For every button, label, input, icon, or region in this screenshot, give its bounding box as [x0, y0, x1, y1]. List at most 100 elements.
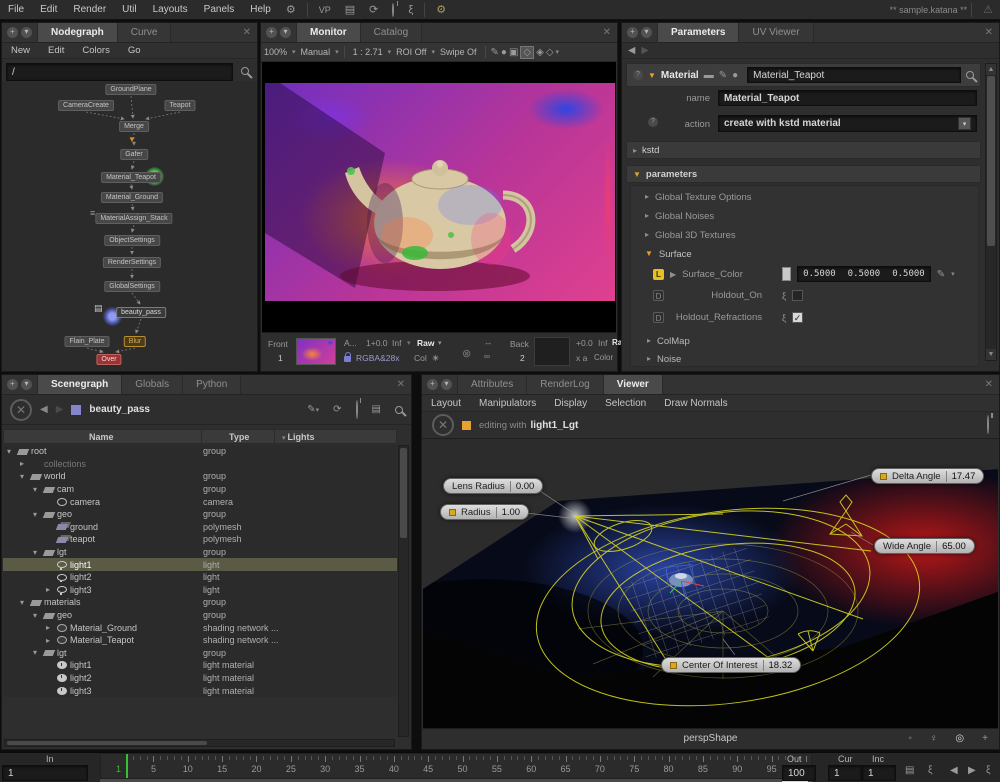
- menubar-item-file[interactable]: File: [0, 4, 32, 15]
- scenegraph-row-camera[interactable]: cameracamera: [3, 495, 397, 508]
- warning-icon[interactable]: ⚠: [976, 3, 1000, 16]
- light-icon[interactable]: ♀: [930, 733, 938, 744]
- back-inf-dropdown[interactable]: Inf: [598, 338, 607, 348]
- layers-icon[interactable]: ▣: [509, 47, 518, 58]
- horizontal-scrollbar[interactable]: [4, 739, 395, 747]
- name-input[interactable]: Material_Teapot: [718, 90, 977, 106]
- zoom-dropdown[interactable]: 100%: [261, 47, 290, 57]
- forward-icon[interactable]: ▶: [641, 45, 648, 56]
- expander-icon[interactable]: ▾: [33, 611, 41, 620]
- refresh-icon[interactable]: ⟳: [362, 3, 385, 16]
- menubar-item-help[interactable]: Help: [242, 4, 279, 15]
- node-search-input[interactable]: /: [6, 63, 233, 81]
- monitor-viewport[interactable]: [262, 62, 616, 333]
- node-groundplane[interactable]: GroundPlane: [105, 84, 156, 95]
- swipe-dropdown[interactable]: Swipe Of: [437, 47, 480, 57]
- keyframe-icon[interactable]: ξ: [782, 291, 786, 301]
- viewer-tab-renderlog[interactable]: RenderLog: [527, 375, 603, 394]
- inc-field[interactable]: 1: [862, 765, 896, 781]
- chevron-down-icon[interactable]: ▾: [951, 270, 955, 278]
- scenegraph-tab-scenegraph[interactable]: Scenegraph: [38, 375, 122, 394]
- scenegraph-row-teapot[interactable]: teapotpolymesh: [3, 533, 397, 546]
- monitor-tab-catalog[interactable]: Catalog: [361, 23, 422, 42]
- expander-icon[interactable]: ▾: [33, 510, 41, 519]
- nodegraph-tab-curve[interactable]: Curve: [118, 23, 172, 42]
- pen-icon[interactable]: ✎: [937, 269, 945, 280]
- node-material-teapot[interactable]: Material_Teapot: [101, 172, 161, 183]
- scenegraph-row-cam[interactable]: ▾camgroup: [3, 483, 397, 496]
- viewer-tab-viewer[interactable]: Viewer: [604, 375, 663, 394]
- expander-icon[interactable]: ▾: [33, 648, 41, 657]
- search-icon[interactable]: [395, 406, 403, 414]
- expand-icon[interactable]: ▶: [670, 270, 676, 279]
- color-b-value[interactable]: 0.5000: [892, 269, 925, 279]
- viewer-menu-layout[interactable]: Layout: [422, 398, 470, 409]
- holdout-on-checkbox[interactable]: [792, 290, 803, 301]
- expander-icon[interactable]: ▾: [20, 598, 28, 607]
- menubar-item-panels[interactable]: Panels: [196, 4, 243, 15]
- hud-wide-angle[interactable]: Wide Angle65.00: [874, 538, 975, 554]
- hud-delta-angle[interactable]: Delta Angle17.47: [871, 468, 984, 484]
- kstd-group[interactable]: ▸ kstd: [626, 141, 981, 159]
- group-noise[interactable]: ▸Noise: [647, 354, 681, 365]
- scenegraph-tab-python[interactable]: Python: [183, 375, 241, 394]
- node-rendersettings[interactable]: RenderSettings: [103, 257, 161, 268]
- back-icon[interactable]: ◀: [40, 404, 48, 415]
- pen-icon[interactable]: ✎▾: [307, 404, 319, 415]
- node-objectsettings[interactable]: ObjectSettings: [104, 235, 160, 246]
- front-inf-dropdown[interactable]: Inf: [392, 338, 401, 348]
- front-exposure[interactable]: 1+0.0: [366, 338, 388, 348]
- help-icon[interactable]: ?: [633, 70, 643, 80]
- node-materialassign-stack[interactable]: MaterialAssign_Stack: [95, 213, 172, 224]
- scenegraph-row-light3[interactable]: ▸light3light: [3, 584, 397, 597]
- clear-edit-icon[interactable]: ✕: [432, 414, 454, 436]
- expander-icon[interactable]: ▸: [20, 459, 28, 468]
- close-icon[interactable]: ✕: [979, 23, 999, 42]
- hud-center-of-interest[interactable]: Center Of Interest18.32: [661, 657, 801, 673]
- clear-selection-icon[interactable]: ✕: [10, 399, 32, 421]
- back-exposure[interactable]: +0.0: [576, 338, 593, 348]
- monitor-tab-monitor[interactable]: Monitor: [297, 23, 361, 42]
- expander-icon[interactable]: ▸: [46, 636, 54, 645]
- scroll-thumb[interactable]: [400, 448, 407, 538]
- scroll-up-icon[interactable]: ▲: [986, 64, 996, 75]
- cur-field[interactable]: 1: [828, 765, 862, 781]
- close-icon[interactable]: ✕: [237, 23, 257, 42]
- scenegraph-row-light3[interactable]: light3light material: [3, 684, 397, 697]
- node-material-ground[interactable]: Material_Ground: [101, 192, 163, 203]
- scenegraph-row-geo[interactable]: ▾geogroup: [3, 609, 397, 622]
- pane-menu-icon[interactable]: ▾: [441, 379, 452, 390]
- color-swatch[interactable]: [782, 267, 791, 281]
- lock-icon[interactable]: [344, 354, 353, 364]
- clapper-icon[interactable]: ▤: [338, 3, 362, 16]
- scroll-down-icon[interactable]: ▼: [986, 349, 996, 360]
- local-badge[interactable]: L: [653, 269, 664, 280]
- pane-add-icon[interactable]: +: [7, 27, 18, 38]
- add-icon[interactable]: +: [982, 733, 988, 744]
- column-lights[interactable]: ▾ Lights: [282, 432, 314, 442]
- link-icon[interactable]: ∞: [484, 351, 490, 361]
- vertical-scrollbar[interactable]: [398, 445, 409, 737]
- group-global-texture-options[interactable]: ▸Global Texture Options: [645, 192, 751, 203]
- node-globalsettings[interactable]: GlobalSettings: [104, 281, 160, 292]
- scenegraph-row-materials[interactable]: ▾materialsgroup: [3, 596, 397, 609]
- power-icon[interactable]: [385, 4, 401, 16]
- expander-icon[interactable]: ▾: [33, 548, 41, 557]
- scenegraph-row-light2[interactable]: light2light: [3, 571, 397, 584]
- scenegraph-row-ground[interactable]: groundpolymesh: [3, 521, 397, 534]
- color-r-value[interactable]: 0.5000: [803, 269, 836, 279]
- scenegraph-tab-globals[interactable]: Globals: [122, 375, 183, 394]
- menubar-item-edit[interactable]: Edit: [32, 4, 65, 15]
- menubar-item-render[interactable]: Render: [65, 4, 114, 15]
- menubar-item-util[interactable]: Util: [114, 4, 144, 15]
- node-over[interactable]: Over: [96, 354, 121, 365]
- viewer-tab-attributes[interactable]: Attributes: [458, 375, 527, 394]
- clear-front-icon[interactable]: ⊗: [462, 347, 471, 360]
- flag-icon[interactable]: ▬: [704, 70, 714, 81]
- copy-icon[interactable]: ▤: [905, 765, 914, 776]
- ratio-dropdown[interactable]: 1 : 2.71: [350, 47, 386, 57]
- close-icon[interactable]: ✕: [391, 375, 411, 394]
- out-field[interactable]: 100: [782, 765, 816, 781]
- back-channel-dropdown[interactable]: x a: [576, 353, 587, 363]
- visibility-icon[interactable]: ◦: [908, 733, 912, 744]
